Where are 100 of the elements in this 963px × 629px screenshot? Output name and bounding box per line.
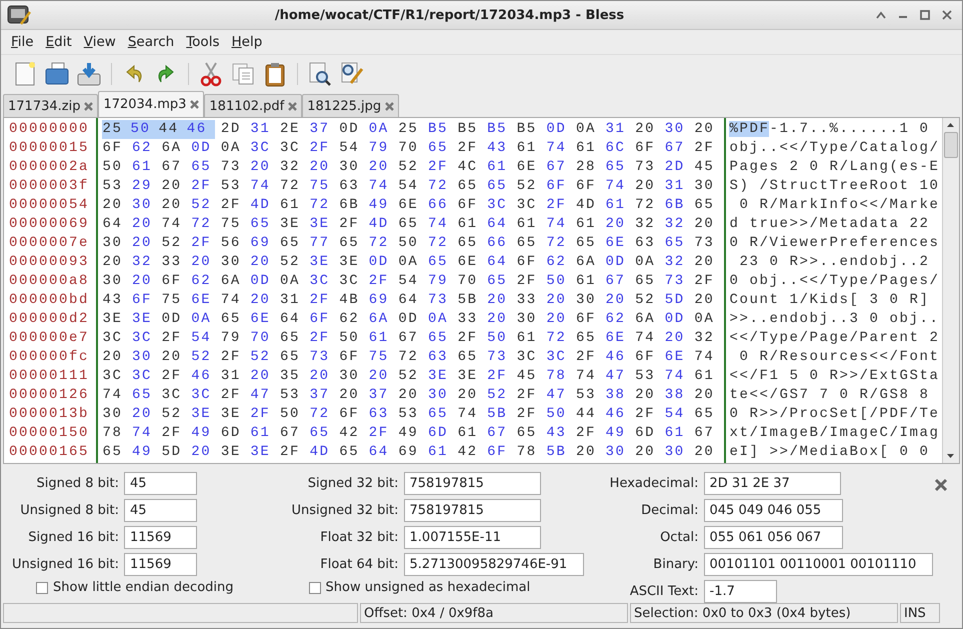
hex-byte[interactable]: 67 [694,424,724,443]
hex-byte[interactable]: 63 [368,405,398,424]
hex-byte[interactable]: 30 [339,158,369,177]
hex-byte[interactable]: 47 [606,367,636,386]
hex-byte[interactable]: 70 [458,272,488,291]
hex-byte[interactable]: 45 [516,367,546,386]
close-icon[interactable] [385,102,394,110]
hex-byte[interactable]: 25 [102,120,131,139]
hex-byte[interactable]: 53 [220,177,250,196]
hex-byte[interactable]: 62 [546,253,576,272]
hex-byte[interactable]: 74 [635,329,665,348]
hex-byte[interactable]: 32 [694,329,724,348]
hex-byte[interactable]: 53 [576,386,606,405]
hex-byte[interactable]: 49 [606,424,636,443]
hex-byte[interactable]: 6F [635,348,665,367]
hex-byte[interactable]: 2F [310,291,340,310]
hex-byte[interactable]: 52 [191,196,221,215]
hex-byte[interactable]: 0D [398,310,428,329]
menu-item[interactable]: View [78,34,122,50]
ascii-text[interactable]: obj..<</Type/Catalog/ [729,139,940,158]
ascii-text[interactable]: 0 R>>/ProcSet[/PDF/Te [729,405,940,424]
hex-byte[interactable]: 6A [368,310,398,329]
hex-byte[interactable]: 20 [102,253,132,272]
hex-byte[interactable]: 72 [280,177,310,196]
hex-byte[interactable]: 3E [102,310,132,329]
hex-byte[interactable]: 61 [694,367,724,386]
hex-byte[interactable]: 65 [635,272,665,291]
hex-byte[interactable]: 45 [694,158,724,177]
hex-byte[interactable]: 20 [635,386,665,405]
hex-byte[interactable]: 52 [191,348,221,367]
hex-byte[interactable]: 72 [428,177,458,196]
hex-byte[interactable]: 3C [339,272,369,291]
hex-byte[interactable]: 30 [576,291,606,310]
menu-item[interactable]: Help [225,34,268,50]
hex-byte[interactable]: 0D [368,253,398,272]
hex-byte[interactable]: 54 [191,329,221,348]
hex-byte[interactable]: 6A [635,310,665,329]
hex-byte[interactable]: 49 [132,443,162,462]
close-icon[interactable] [288,102,298,110]
hex-byte[interactable]: 65 [606,158,636,177]
close-icon[interactable] [84,102,94,110]
menu-item[interactable]: Search [122,34,180,50]
hex-byte[interactable]: 20 [250,367,280,386]
hex-byte[interactable]: 30 [132,348,162,367]
hex-byte[interactable]: 65 [191,158,221,177]
hex-byte[interactable]: 52 [162,234,192,253]
hex-byte[interactable]: 61 [250,424,280,443]
value-field[interactable]: 045 049 046 055 [704,499,843,522]
hex-byte[interactable]: 65 [428,329,458,348]
hex-byte[interactable]: 30 [664,120,694,139]
hex-byte[interactable]: 74 [428,215,458,234]
hex-byte[interactable]: 64 [102,215,132,234]
ascii-text[interactable]: <</Type/Page/Parent 2 [729,329,940,348]
menu-item[interactable]: Tools [180,34,226,50]
hex-byte[interactable]: 74 [102,386,132,405]
hex-byte[interactable]: 2F [458,139,488,158]
hex-byte[interactable]: 2F [458,329,488,348]
hex-byte[interactable]: 4D [310,443,340,462]
value-field[interactable]: 055 061 056 067 [704,526,843,549]
hex-byte[interactable]: 53 [635,367,665,386]
hex-byte[interactable]: 6D [220,424,250,443]
hex-byte[interactable]: 61 [487,158,517,177]
hex-byte[interactable]: 65 [220,310,250,329]
hex-byte[interactable]: 20 [694,120,724,139]
hex-byte[interactable]: 6E [250,310,280,329]
hex-byte[interactable]: 64 [487,253,517,272]
hex-byte[interactable]: 3E [310,215,340,234]
hex-byte[interactable]: 20 [310,158,340,177]
hex-byte[interactable]: 2F [576,348,606,367]
hex-byte[interactable]: 67 [664,139,694,158]
hex-byte[interactable]: 4D [250,196,280,215]
hex-byte[interactable]: 2F [310,139,340,158]
file-tab[interactable]: 171734.zip [3,94,98,117]
hex-byte[interactable]: 5B [487,405,517,424]
hex-byte[interactable]: 50 [339,329,369,348]
hex-byte[interactable]: 20 [635,177,665,196]
hex-byte[interactable]: 20 [250,291,280,310]
hex-byte[interactable]: 3C [310,272,340,291]
hex-byte[interactable]: 6C [606,139,636,158]
hex-byte[interactable]: 0A [368,120,398,139]
hex-byte[interactable]: 4D [368,215,398,234]
hex-byte[interactable]: 30 [132,196,162,215]
value-field[interactable]: 45 [124,499,197,522]
close-icon[interactable] [190,100,200,109]
hex-byte[interactable]: 2F [162,367,192,386]
hex-byte[interactable]: 50 [546,272,576,291]
file-tab[interactable]: 181102.pdf [204,94,302,117]
checkbox[interactable] [308,582,321,594]
hex-byte[interactable]: 20 [368,158,398,177]
hex-byte[interactable]: 20 [191,253,221,272]
hex-byte[interactable]: 0A [280,272,310,291]
hex-byte[interactable]: 20 [635,443,665,462]
hex-byte[interactable]: 0D [339,120,369,139]
hex-byte[interactable]: 2F [516,405,546,424]
hex-byte[interactable]: 65 [398,215,428,234]
hex-byte[interactable]: 65 [694,196,724,215]
hex-byte[interactable]: 65 [458,348,488,367]
hex-byte[interactable]: 50 [487,329,517,348]
scroll-thumb[interactable] [944,132,958,158]
hex-byte[interactable]: 0A [635,253,665,272]
